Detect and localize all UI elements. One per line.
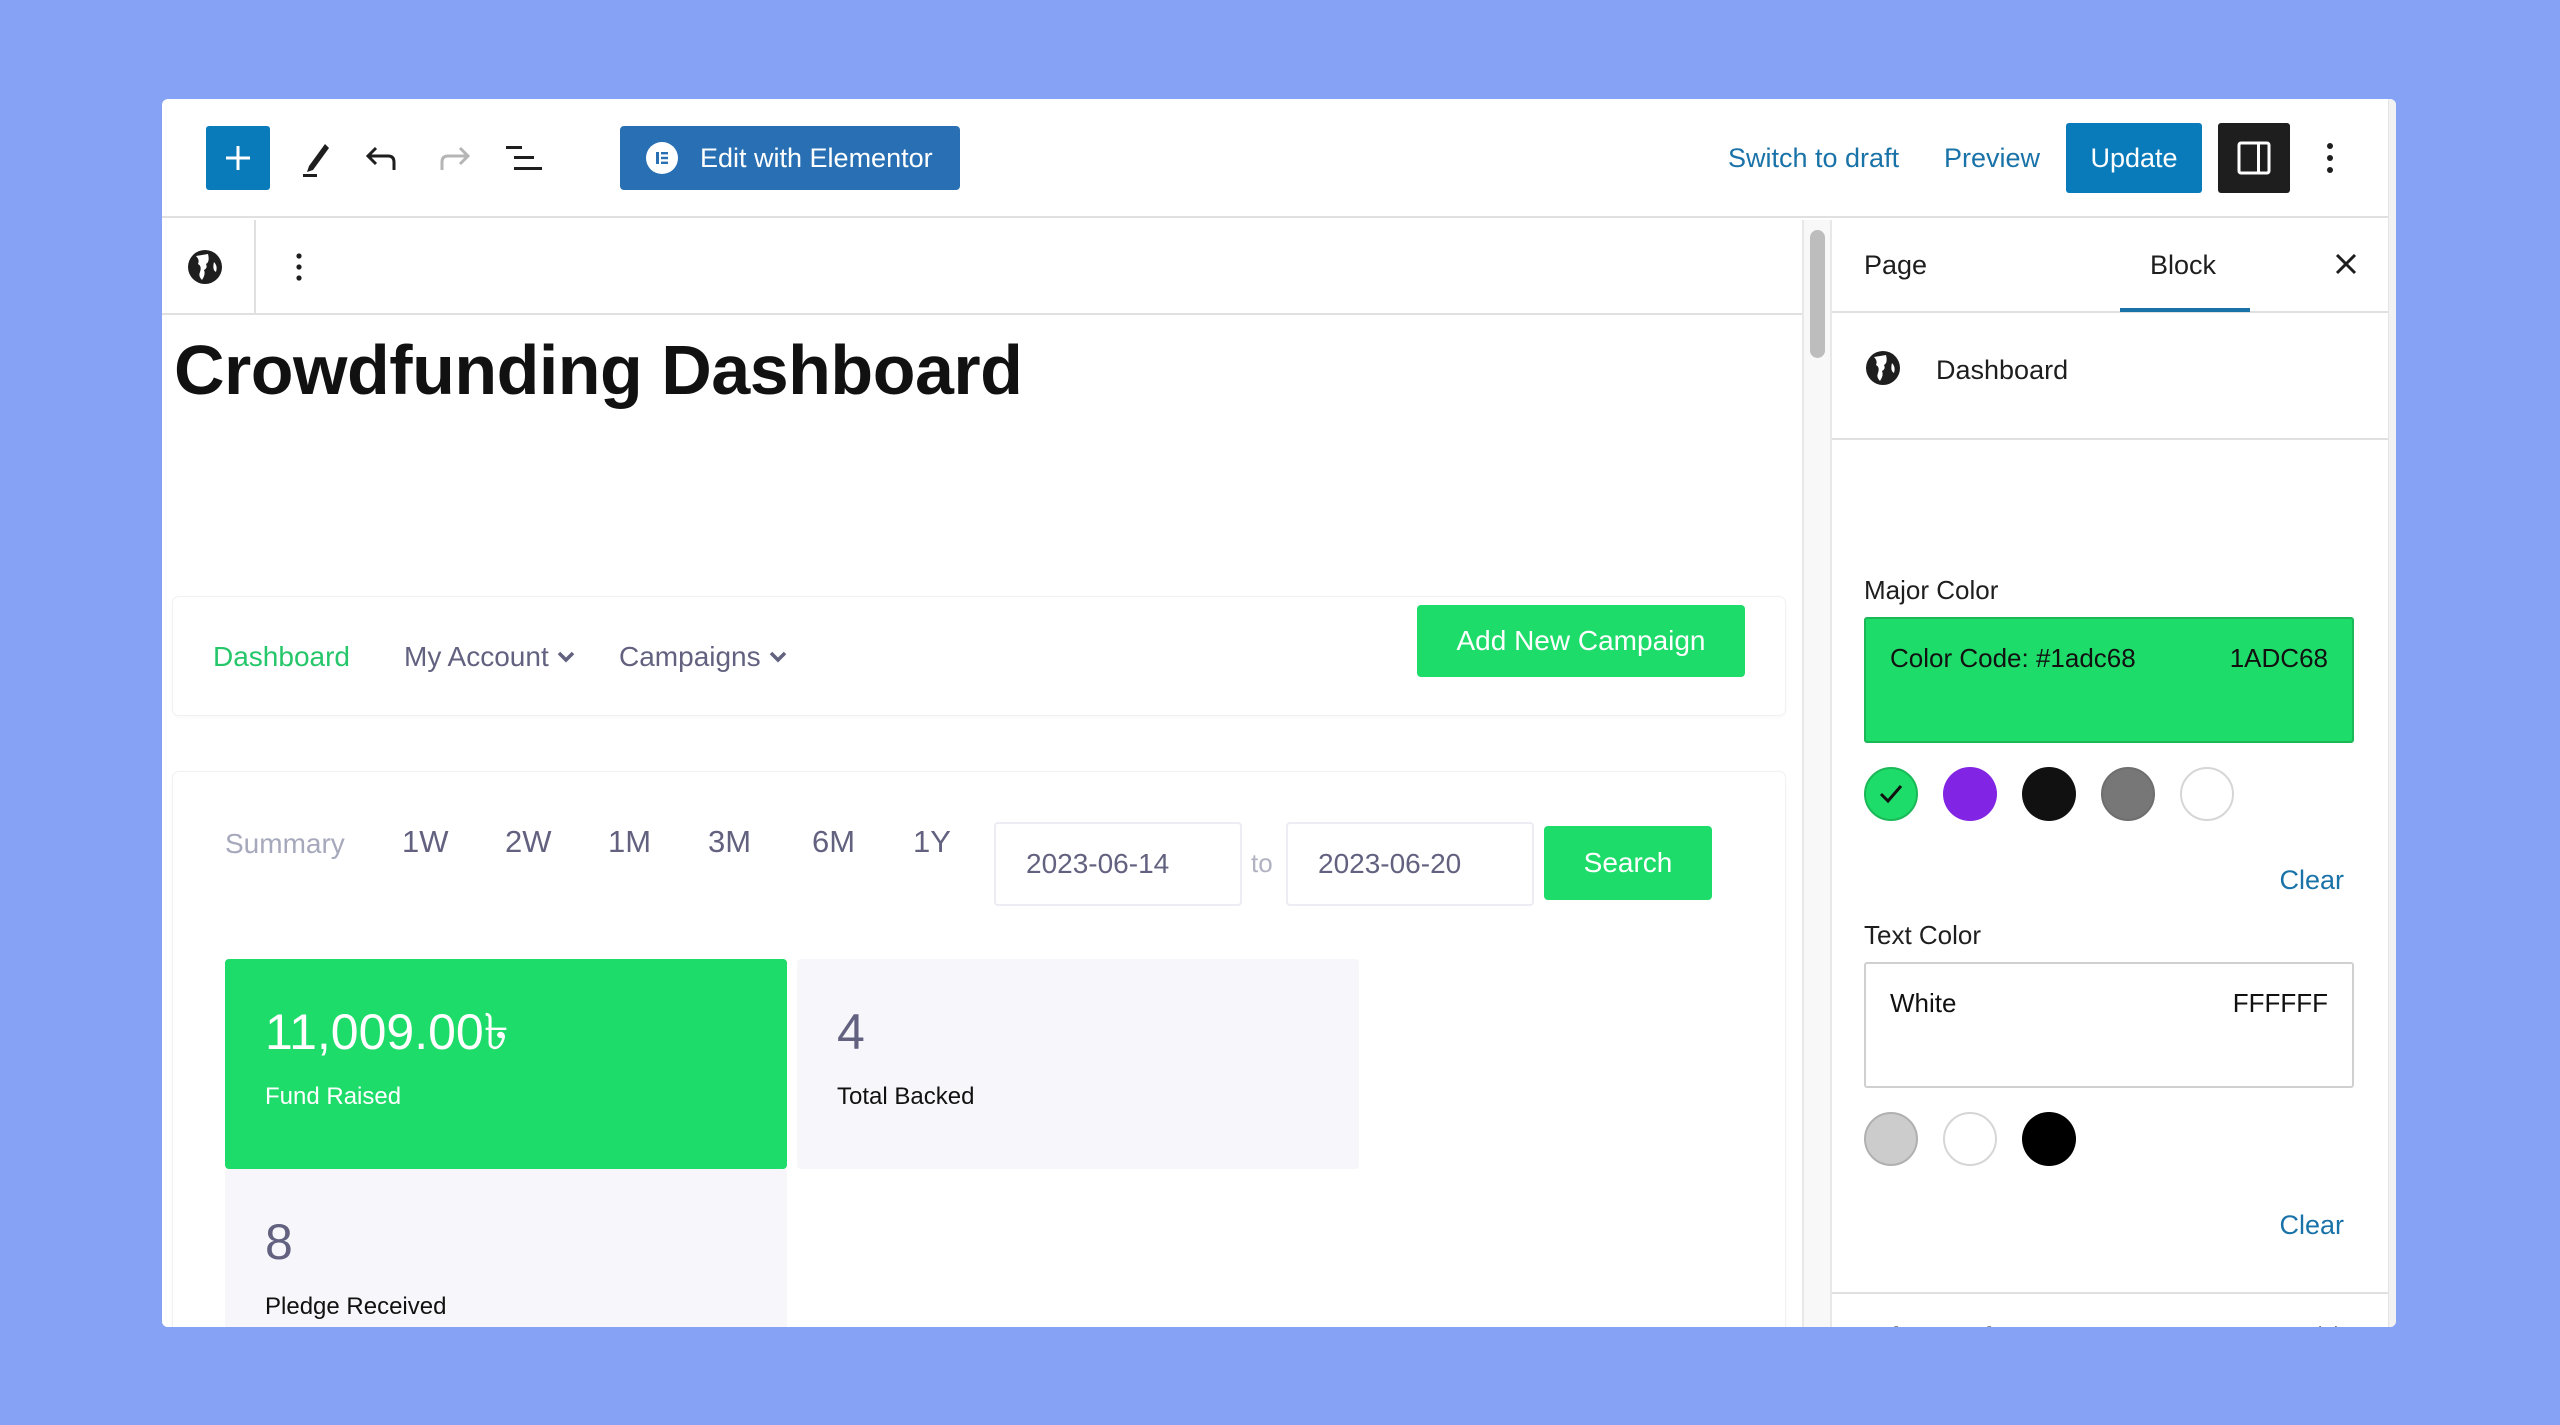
page-title[interactable]: Crowdfunding Dashboard (174, 330, 1023, 410)
swatch-white[interactable] (1943, 1112, 1997, 1166)
range-1y[interactable]: 1Y (913, 824, 951, 860)
window-edge (2388, 99, 2396, 1327)
chevron-down-icon (2319, 1325, 2337, 1327)
kebab-icon (2327, 143, 2333, 173)
advanced-panel-toggle[interactable]: Advanced (1832, 1292, 2388, 1327)
settings-toggle-button[interactable] (2218, 123, 2290, 193)
plus-icon (226, 146, 250, 170)
dashboard-navbar: Dashboard My Account Campaigns Add New C… (173, 597, 1785, 715)
major-color-name: Color Code: #1adc68 (1890, 643, 2136, 673)
edit-with-elementor-label: Edit with Elementor (700, 142, 933, 173)
tab-block[interactable]: Block (2150, 250, 2216, 281)
stat-card-total-backed: 4 Total Backed (797, 959, 1359, 1169)
swatch-black[interactable] (2022, 767, 2076, 821)
globe-icon (188, 250, 222, 284)
swatch-black[interactable] (2022, 1112, 2076, 1166)
advanced-label: Advanced (1864, 1322, 1993, 1327)
swatch-gray[interactable] (2101, 767, 2155, 821)
stat-value: 8 (265, 1214, 293, 1270)
globe-icon (1866, 351, 1900, 385)
stat-label: Fund Raised (265, 1083, 402, 1110)
major-color-label: Major Color (1864, 575, 1999, 605)
active-tab-indicator (2120, 308, 2250, 312)
major-color-preview[interactable]: Color Code: #1adc68 1ADC68 (1864, 617, 2354, 743)
search-button[interactable]: Search (1544, 826, 1712, 900)
stat-card-fund-raised: 11,009.00৳ Fund Raised (225, 959, 787, 1169)
tools-button[interactable] (290, 126, 342, 190)
pencil-icon (303, 144, 329, 177)
redo-icon (440, 146, 471, 170)
canvas-scrollbar[interactable] (1802, 220, 1832, 1327)
range-6m[interactable]: 6M (812, 824, 855, 860)
undo-button[interactable] (356, 126, 408, 190)
update-button[interactable]: Update (2066, 123, 2202, 193)
tab-page[interactable]: Page (1864, 250, 1927, 281)
elementor-logo-icon (646, 142, 678, 174)
block-options-button[interactable] (284, 244, 314, 290)
from-date-input[interactable]: 2023-06-14 (994, 822, 1242, 906)
sidebar-tabs: Page Block (1832, 220, 2388, 313)
stat-label: Pledge Received (265, 1293, 447, 1320)
add-block-button[interactable] (206, 126, 270, 190)
scrollbar-thumb[interactable] (1810, 230, 1825, 358)
major-color-clear-button[interactable]: Clear (2279, 865, 2344, 896)
nav-item-my-account[interactable]: My Account (404, 641, 575, 673)
nav-item-label: Dashboard (213, 641, 350, 672)
range-2w[interactable]: 2W (505, 824, 552, 860)
to-label: to (1251, 848, 1273, 878)
dashboard-summary-card: Summary 1W 2W 1M 3M 6M 1Y 2023-06-14 to … (173, 772, 1785, 1327)
edit-with-elementor-button[interactable]: Edit with Elementor (620, 126, 960, 190)
text-color-preview[interactable]: White FFFFFF (1864, 962, 2354, 1088)
range-1m[interactable]: 1M (608, 824, 651, 860)
list-view-button[interactable] (498, 126, 550, 190)
nav-item-campaigns[interactable]: Campaigns (619, 641, 787, 673)
editor-canvas: Crowdfunding Dashboard Dashboard My Acco… (162, 220, 1802, 1327)
nav-item-label: My Account (404, 641, 549, 672)
editor-top-toolbar: Edit with Elementor Switch to draft Prev… (162, 99, 2388, 218)
chevron-down-icon (557, 651, 574, 663)
swatch-green[interactable] (1864, 767, 1918, 821)
text-color-clear-button[interactable]: Clear (2279, 1210, 2344, 1241)
options-menu-button[interactable] (2310, 126, 2350, 190)
range-3m[interactable]: 3M (708, 824, 751, 860)
close-icon (2335, 253, 2357, 275)
text-color-name: White (1890, 988, 1957, 1018)
text-color-label: Text Color (1864, 920, 1982, 950)
undo-icon (365, 146, 396, 170)
stat-label: Total Backed (837, 1083, 975, 1110)
block-toolbar (162, 220, 1802, 315)
add-new-campaign-button[interactable]: Add New Campaign (1417, 605, 1745, 677)
check-icon (1879, 785, 1903, 804)
swatch-purple[interactable] (1943, 767, 1997, 821)
chevron-down-icon (769, 651, 786, 663)
sidebar-toggle-icon (2237, 141, 2271, 175)
range-1w[interactable]: 1W (402, 824, 449, 860)
stat-value: 4 (837, 1004, 865, 1060)
swatch-white[interactable] (2180, 767, 2234, 821)
stat-card-pledge-received: 8 Pledge Received (225, 1169, 787, 1327)
stat-value: 11,009.00৳ (265, 1004, 509, 1060)
list-view-icon (506, 146, 542, 170)
preview-button[interactable]: Preview (1944, 126, 2040, 190)
block-title: Dashboard (1936, 355, 2069, 385)
settings-sidebar: Page Block Dashboard Major Color Color C… (1832, 220, 2388, 1327)
kebab-icon (296, 253, 302, 281)
block-type-button[interactable] (182, 244, 228, 290)
block-card: Dashboard (1832, 313, 2388, 440)
major-color-hex: 1ADC68 (2229, 643, 2328, 673)
toolbar-divider (254, 220, 256, 315)
redo-button[interactable] (428, 126, 480, 190)
editor-window: Edit with Elementor Switch to draft Prev… (162, 99, 2396, 1327)
to-date-input[interactable]: 2023-06-20 (1286, 822, 1534, 906)
text-color-hex: FFFFFF (2232, 988, 2328, 1018)
swatch-light-gray[interactable] (1864, 1112, 1918, 1166)
close-sidebar-button[interactable] (2326, 244, 2366, 284)
nav-item-dashboard[interactable]: Dashboard (213, 641, 350, 673)
switch-to-draft-button[interactable]: Switch to draft (1728, 126, 1899, 190)
nav-item-label: Campaigns (619, 641, 761, 672)
summary-label: Summary (225, 828, 345, 859)
